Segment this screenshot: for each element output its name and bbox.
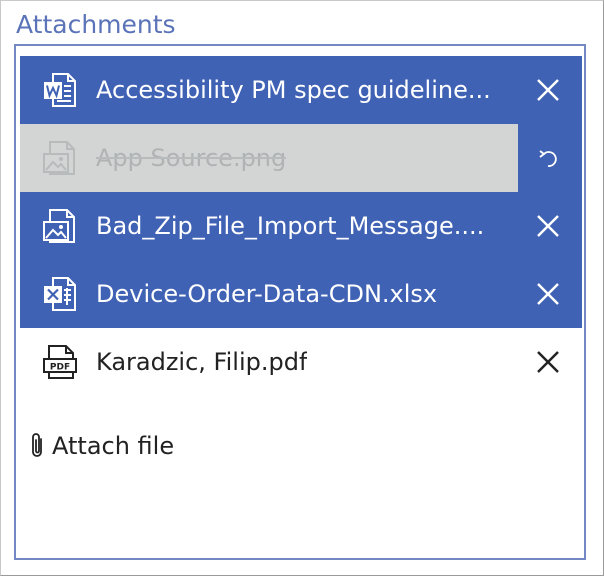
close-icon: [537, 79, 559, 101]
undo-remove-button[interactable]: [528, 138, 568, 178]
remove-attachment-button[interactable]: [528, 342, 568, 382]
attachment-row-deleted[interactable]: App Source.png: [20, 124, 582, 192]
close-icon: [537, 215, 559, 237]
attachment-row[interactable]: Accessibility PM spec guideline...: [20, 56, 582, 124]
attachment-name: Karadzic, Filip.pdf: [96, 348, 308, 376]
close-icon: [537, 283, 559, 305]
attach-file-button[interactable]: Attach file: [26, 426, 174, 466]
attachments-box: Accessibility PM spec guideline... App S…: [14, 44, 586, 560]
remove-attachment-button[interactable]: [528, 206, 568, 246]
attachment-row[interactable]: PDF Karadzic, Filip.pdf: [20, 328, 582, 396]
paperclip-icon: [26, 431, 48, 461]
pdf-file-icon: PDF: [40, 342, 80, 382]
close-icon: [537, 351, 559, 373]
attach-file-label: Attach file: [52, 432, 175, 460]
svg-text:PDF: PDF: [50, 363, 70, 373]
attachment-row[interactable]: Device-Order-Data-CDN.xlsx: [20, 260, 582, 328]
undo-icon: [539, 150, 557, 167]
image-file-icon: [40, 138, 80, 178]
remove-attachment-button[interactable]: [528, 70, 568, 110]
word-document-icon: [40, 70, 80, 110]
attachment-name: App Source.png: [96, 144, 287, 172]
excel-document-icon: [40, 274, 80, 314]
attachment-name: Accessibility PM spec guideline...: [96, 76, 491, 104]
attachment-name: Device-Order-Data-CDN.xlsx: [96, 280, 438, 308]
remove-attachment-button[interactable]: [528, 274, 568, 314]
attachment-row[interactable]: Bad_Zip_File_Import_Message....: [20, 192, 582, 260]
image-file-icon: [40, 206, 80, 246]
attachments-list: Accessibility PM spec guideline... App S…: [20, 56, 582, 396]
attachment-name: Bad_Zip_File_Import_Message....: [96, 212, 485, 240]
attachments-title: Attachments: [16, 10, 176, 39]
